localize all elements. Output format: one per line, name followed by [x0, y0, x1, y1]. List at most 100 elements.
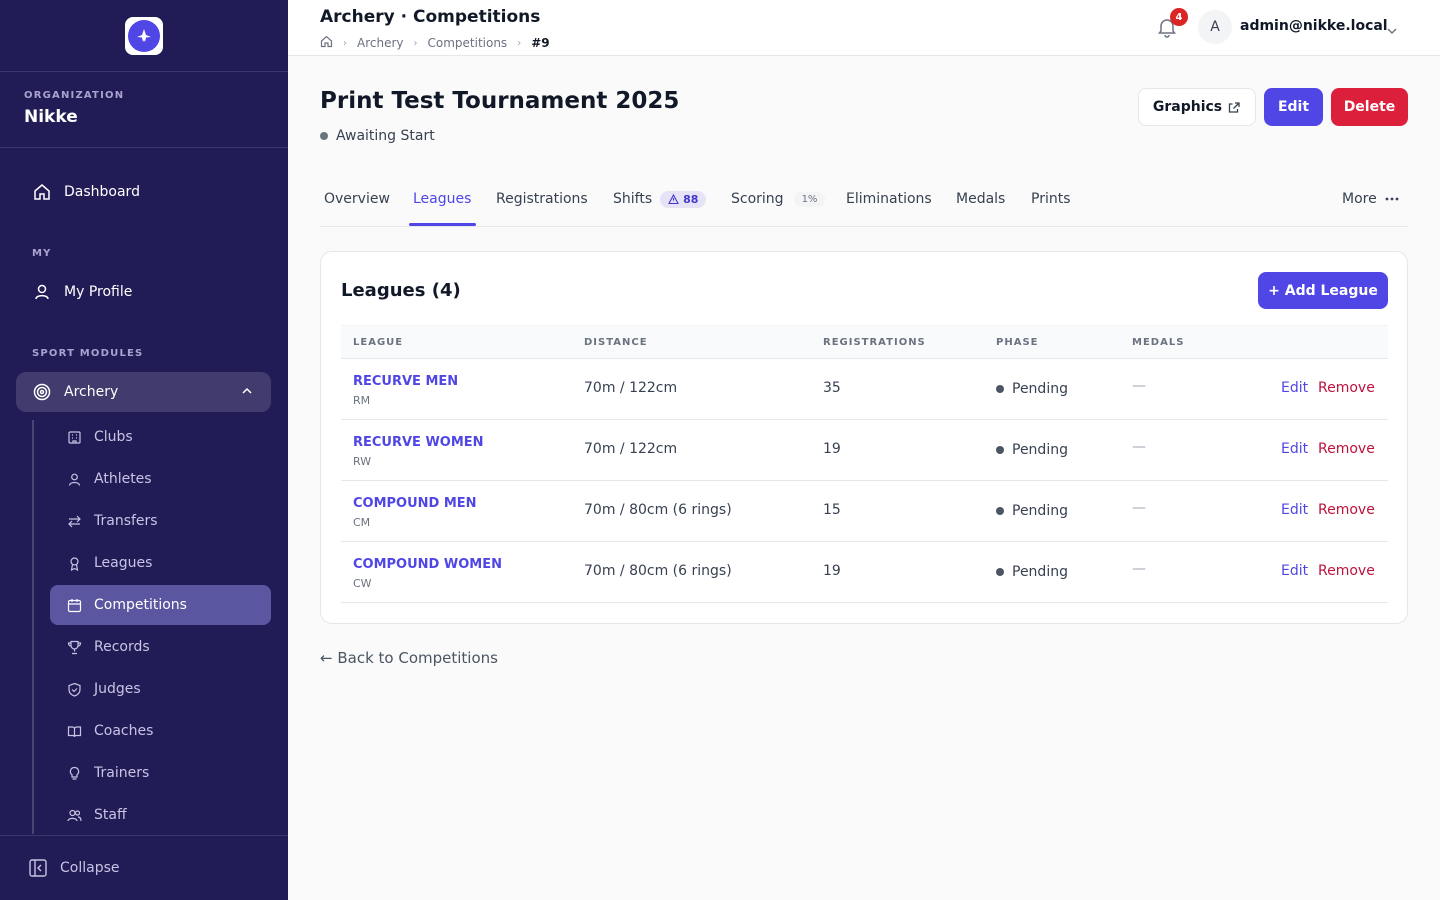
league-name-link[interactable]: RECURVE MEN: [353, 374, 458, 389]
tab-prints[interactable]: Prints: [1031, 188, 1071, 210]
sidebar-item-label: Archery: [64, 384, 119, 400]
phase-dot: [996, 507, 1004, 515]
sidebar-item-trainers[interactable]: Trainers: [50, 753, 271, 793]
league-medals: —: [1132, 561, 1146, 577]
remove-league-link[interactable]: Remove: [1318, 380, 1375, 396]
tab-overview[interactable]: Overview: [324, 188, 390, 210]
sidebar-item-judges[interactable]: Judges: [50, 669, 271, 709]
shifts-warning-badge: 88: [660, 190, 707, 208]
edit-button[interactable]: Edit: [1264, 88, 1323, 126]
user-email[interactable]: admin@nikke.local: [1240, 18, 1388, 34]
book-open-icon: [66, 723, 82, 739]
back-to-competitions-link[interactable]: ← Back to Competitions: [320, 649, 498, 667]
tab-shifts[interactable]: Shifts 88: [613, 188, 707, 210]
status-badge: Awaiting Start: [320, 128, 435, 144]
sidebar-item-archery[interactable]: Archery: [16, 372, 271, 412]
tab-registrations[interactable]: Registrations: [496, 188, 588, 210]
graphics-button[interactable]: Graphics: [1138, 88, 1256, 126]
sidebar-item-label: Competitions: [94, 597, 187, 613]
phase-dot: [996, 446, 1004, 454]
sidebar-item-athletes[interactable]: Athletes: [50, 459, 271, 499]
phase-text: Pending: [1012, 503, 1068, 519]
home-icon[interactable]: [320, 35, 333, 51]
status-dot: [320, 132, 328, 140]
remove-league-link[interactable]: Remove: [1318, 441, 1375, 457]
table-row: COMPOUND MEN CM 70m / 80cm (6 rings) 15 …: [341, 481, 1388, 542]
league-code: RM: [353, 394, 371, 407]
column-header-distance: DISTANCE: [584, 337, 648, 348]
league-name-link[interactable]: COMPOUND WOMEN: [353, 557, 502, 572]
league-registrations: 19: [823, 563, 841, 579]
sidebar-collapse-icon: [28, 858, 48, 878]
scoring-progress-badge: 1%: [793, 191, 826, 207]
table-row: COMPOUND WOMEN CW 70m / 80cm (6 rings) 1…: [341, 542, 1388, 603]
league-code: CM: [353, 516, 371, 529]
league-phase: Pending: [996, 442, 1068, 458]
breadcrumb-competitions[interactable]: Competitions: [428, 36, 508, 50]
sidebar-item-staff[interactable]: Staff: [50, 795, 271, 835]
sidebar-item-competitions[interactable]: Competitions: [50, 585, 271, 625]
app-logo[interactable]: [125, 16, 163, 55]
edit-league-link[interactable]: Edit: [1281, 380, 1308, 396]
league-registrations: 19: [823, 441, 841, 457]
sidebar-item-label: Trainers: [94, 765, 150, 781]
warning-icon: [668, 193, 680, 204]
sidebar-item-dashboard[interactable]: Dashboard: [16, 172, 271, 212]
tab-label: More: [1342, 191, 1377, 207]
sidebar-item-label: Dashboard: [64, 184, 140, 200]
phase-dot: [996, 568, 1004, 576]
phase-dot: [996, 385, 1004, 393]
league-registrations: 15: [823, 502, 841, 518]
graphics-label: Graphics: [1152, 99, 1223, 115]
tab-medals[interactable]: Medals: [956, 188, 1005, 210]
league-medals: —: [1132, 439, 1146, 455]
column-header-medals: MEDALS: [1132, 337, 1185, 348]
tab-label: Scoring: [731, 191, 784, 207]
sidebar-item-clubs[interactable]: Clubs: [50, 417, 271, 457]
status-text: Awaiting Start: [336, 128, 435, 144]
sidebar-item-label: Leagues: [94, 555, 153, 571]
organization-block: ORGANIZATION Nikke: [0, 72, 288, 148]
shifts-warning-count: 88: [683, 192, 699, 206]
section-label-sport-modules: SPORT MODULES: [32, 348, 144, 359]
sidebar-item-coaches[interactable]: Coaches: [50, 711, 271, 751]
breadcrumb-archery[interactable]: Archery: [357, 36, 404, 50]
league-name-link[interactable]: COMPOUND MEN: [353, 496, 477, 511]
phase-text: Pending: [1012, 564, 1068, 580]
sidebar-item-label: Coaches: [94, 723, 154, 739]
calendar-icon: [66, 597, 82, 613]
home-icon: [32, 182, 52, 202]
chevron-down-icon[interactable]: [1386, 22, 1398, 41]
building-icon: [66, 429, 82, 445]
sidebar-item-label: Staff: [94, 807, 127, 823]
tab-scoring[interactable]: Scoring 1%: [731, 188, 826, 210]
league-name-link[interactable]: RECURVE WOMEN: [353, 435, 484, 450]
sidebar-item-label: Records: [94, 639, 150, 655]
sidebar-item-transfers[interactable]: Transfers: [50, 501, 271, 541]
collapse-label: Collapse: [60, 860, 120, 876]
remove-league-link[interactable]: Remove: [1318, 563, 1375, 579]
collapse-sidebar-button[interactable]: Collapse: [0, 835, 288, 900]
tab-bar: Overview Leagues Registrations Shifts 88…: [320, 180, 1408, 227]
delete-button[interactable]: Delete: [1331, 88, 1408, 126]
tab-label: Shifts: [613, 191, 653, 207]
chevron-up-icon: [241, 385, 253, 401]
league-registrations: 35: [823, 380, 841, 396]
sidebar-item-my-profile[interactable]: My Profile: [16, 272, 271, 312]
edit-league-link[interactable]: Edit: [1281, 502, 1308, 518]
tab-leagues[interactable]: Leagues: [413, 188, 471, 210]
transfer-arrows-icon: [66, 513, 82, 529]
remove-league-link[interactable]: Remove: [1318, 502, 1375, 518]
league-phase: Pending: [996, 564, 1068, 580]
ribbon-icon: [66, 555, 82, 571]
edit-league-link[interactable]: Edit: [1281, 563, 1308, 579]
table-row: RECURVE MEN RM 70m / 122cm 35 Pending — …: [341, 359, 1388, 420]
edit-league-link[interactable]: Edit: [1281, 441, 1308, 457]
sidebar-item-records[interactable]: Records: [50, 627, 271, 667]
tab-eliminations[interactable]: Eliminations: [846, 188, 932, 210]
sidebar-item-leagues[interactable]: Leagues: [50, 543, 271, 583]
leagues-card: Leagues (4) + Add League LEAGUE DISTANCE…: [320, 251, 1408, 624]
avatar[interactable]: A: [1198, 10, 1232, 44]
add-league-button[interactable]: + Add League: [1258, 272, 1388, 309]
tab-more[interactable]: More: [1342, 188, 1399, 210]
